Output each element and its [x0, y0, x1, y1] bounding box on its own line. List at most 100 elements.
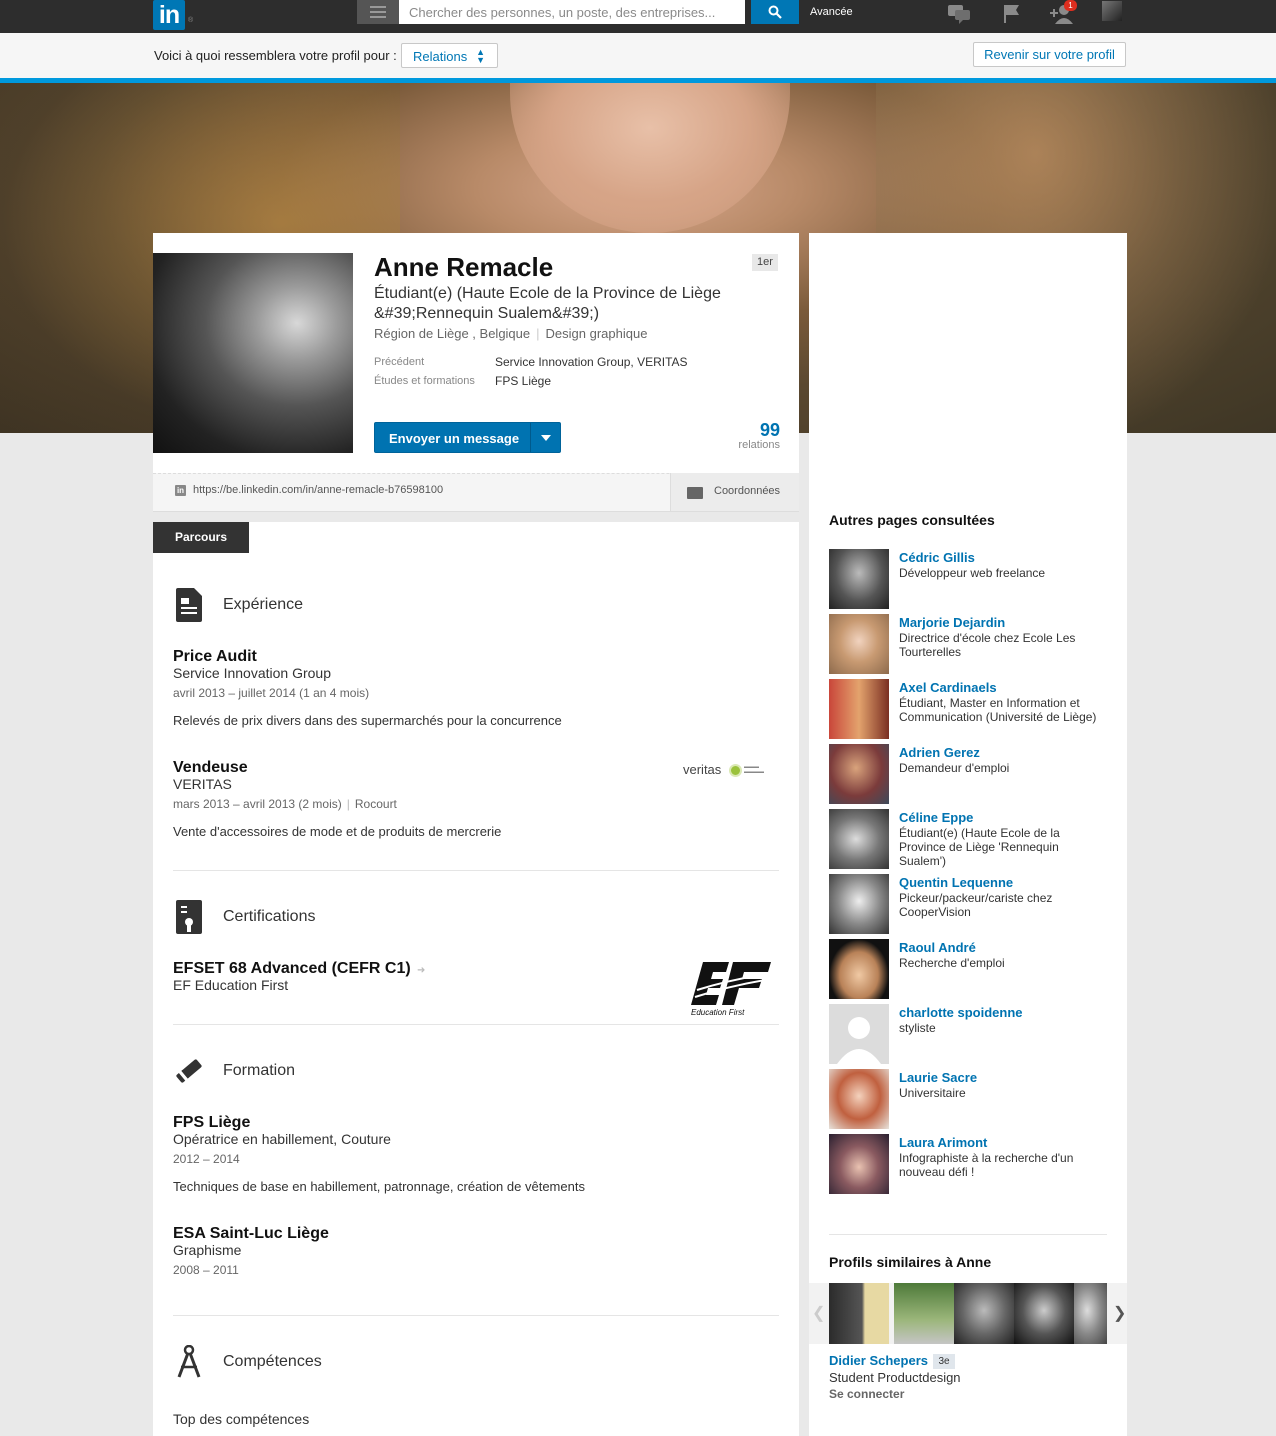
person-avatar[interactable]	[829, 1069, 889, 1129]
person-headline: Pickeur/packeur/cariste chez CooperVisio…	[899, 891, 1053, 919]
certificate-icon	[176, 900, 202, 934]
person-avatar[interactable]	[829, 744, 889, 804]
public-profile-url[interactable]: https://be.linkedin.com/in/anne-remacle-…	[193, 484, 443, 496]
person-avatar[interactable]	[829, 874, 889, 934]
also-viewed-item[interactable]: Marjorie Dejardin Directrice d'école che…	[829, 614, 1119, 676]
chevron-down-icon	[540, 434, 551, 441]
person-avatar[interactable]	[829, 679, 889, 739]
ef-logo-mark: Education First	[691, 962, 771, 1017]
education-heading: Formation	[223, 1062, 296, 1079]
experience-date-range: mars 2013 – avril 2013 (2 mois)	[173, 797, 342, 811]
banner-face	[510, 83, 790, 233]
tab-parcours[interactable]: Parcours	[153, 522, 249, 553]
also-viewed-item[interactable]: Laura Arimont Infographiste à la recherc…	[829, 1134, 1119, 1196]
ef-education-first-logo[interactable]: Education First	[689, 960, 773, 1018]
also-viewed-item[interactable]: Axel Cardinaels Étudiant, Master en Info…	[829, 679, 1119, 741]
also-viewed-item[interactable]: Laurie Sacre Universitaire	[829, 1069, 1119, 1131]
experience-section-icon	[175, 588, 203, 622]
experience-dates: avril 2013 – juillet 2014 (1 an 4 mois)	[173, 686, 370, 700]
education-label: Études et formations	[374, 375, 475, 387]
send-message-button[interactable]: Envoyer un message	[374, 422, 561, 453]
person-avatar[interactable]	[829, 1004, 889, 1064]
experience-title[interactable]: Vendeuse	[173, 759, 248, 777]
also-viewed-item[interactable]: charlotte spoidenne styliste	[829, 1004, 1119, 1066]
similar-profile-avatar[interactable]	[954, 1283, 1014, 1344]
chevron-right-icon[interactable]: ❯	[1113, 1303, 1126, 1323]
similar-profile-avatar[interactable]	[1074, 1283, 1107, 1344]
person-name[interactable]: Laurie Sacre	[899, 1070, 977, 1085]
also-viewed-item[interactable]: Quentin Lequenne Pickeur/packeur/cariste…	[829, 874, 1119, 936]
experience-heading: Expérience	[223, 596, 304, 613]
preview-label: Voici à quoi ressemblera votre profil po…	[154, 48, 397, 63]
messages-icon	[948, 5, 970, 24]
school-name[interactable]: FPS Liège	[173, 1114, 250, 1132]
send-message-label: Envoyer un message	[389, 431, 520, 446]
search-icon	[768, 5, 782, 19]
experience-company[interactable]: Service Innovation Group	[173, 665, 331, 681]
also-viewed-item[interactable]: Cédric Gillis Développeur web freelance	[829, 549, 1119, 611]
profile-industry[interactable]: Design graphique	[546, 326, 648, 341]
search-button[interactable]	[751, 0, 799, 24]
previous-value[interactable]: Service Innovation Group, VERITAS	[495, 355, 688, 369]
experience-title[interactable]: Price Audit	[173, 648, 257, 666]
profile-location-industry: Région de Liège , Belgique | Design graphi…	[374, 326, 647, 341]
similar-profile-avatar[interactable]	[1014, 1283, 1074, 1344]
person-headline: Étudiant(e) (Haute Ecole de la Province …	[899, 826, 1060, 868]
person-avatar[interactable]	[829, 1134, 889, 1194]
person-name[interactable]: Raoul André	[899, 940, 976, 955]
education-description: Techniques de base en habillement, patro…	[173, 1179, 585, 1194]
sidebar-divider	[829, 1234, 1107, 1235]
similar-profile-headline: Student Productdesign	[829, 1370, 961, 1385]
connections-count[interactable]: 99	[730, 420, 780, 441]
school-name[interactable]: ESA Saint-Luc Liège	[173, 1225, 329, 1243]
also-viewed-item[interactable]: Raoul André Recherche d'emploi	[829, 939, 1119, 1001]
contact-info-button[interactable]: Coordonnées	[670, 473, 799, 511]
skills-section-icon	[175, 1345, 203, 1379]
back-to-profile-button[interactable]: Revenir sur votre profil	[973, 42, 1126, 67]
profile-location[interactable]: Région de Liège , Belgique	[374, 326, 530, 341]
similar-profile-name[interactable]: Didier Schepers	[829, 1353, 928, 1368]
profile-photo[interactable]	[153, 253, 353, 453]
person-headline: Infographiste à la recherche d'un nouvea…	[899, 1151, 1074, 1179]
education-value[interactable]: FPS Liège	[495, 374, 551, 388]
person-name[interactable]: Adrien Gerez	[899, 745, 980, 760]
similar-profile-avatar[interactable]	[894, 1283, 954, 1344]
separator: |	[346, 797, 350, 811]
certification-issuer[interactable]: EF Education First	[173, 977, 288, 993]
connect-link[interactable]: Se connecter	[829, 1387, 904, 1401]
search-input[interactable]	[399, 0, 745, 24]
search-category-menu[interactable]	[357, 0, 399, 24]
person-name[interactable]: Quentin Lequenne	[899, 875, 1013, 890]
also-viewed-item[interactable]: Céline Eppe Étudiant(e) (Haute Ecole de …	[829, 809, 1119, 871]
certifications-section-icon	[175, 900, 203, 934]
advanced-search-link[interactable]: Avancée	[810, 6, 853, 18]
audience-select[interactable]: Relations ▲ ▼	[401, 43, 498, 68]
person-name[interactable]: Marjorie Dejardin	[899, 615, 1005, 630]
person-avatar[interactable]	[829, 614, 889, 674]
previous-label: Précédent	[374, 356, 425, 368]
arrow-right-icon[interactable]: ➜	[417, 965, 425, 976]
person-avatar[interactable]	[829, 809, 889, 869]
folder-icon	[687, 487, 703, 499]
veritas-logo-text[interactable]: veritas	[683, 762, 721, 777]
account-avatar[interactable]	[1102, 1, 1122, 21]
also-viewed-item[interactable]: Adrien Gerez Demandeur d'emploi	[829, 744, 1119, 806]
experience-company[interactable]: VERITAS	[173, 776, 232, 792]
person-name[interactable]: Axel Cardinaels	[899, 680, 997, 695]
chevron-left-icon[interactable]: ❮	[812, 1303, 825, 1323]
similar-profile-avatar[interactable]	[829, 1283, 889, 1344]
messages-button[interactable]	[947, 2, 971, 26]
person-name[interactable]: Céline Eppe	[899, 810, 973, 825]
connections-label: relations	[738, 439, 780, 451]
person-avatar[interactable]	[829, 549, 889, 609]
message-options-dropdown[interactable]	[530, 423, 560, 452]
person-name[interactable]: charlotte spoidenne	[899, 1005, 1023, 1020]
person-name[interactable]: Laura Arimont	[899, 1135, 987, 1150]
person-avatar[interactable]	[829, 939, 889, 999]
linkedin-logo[interactable]: in	[153, 0, 185, 30]
audience-select-value: Relations	[413, 49, 468, 64]
notifications-button[interactable]	[999, 2, 1023, 26]
section-divider	[173, 1315, 779, 1316]
certification-title[interactable]: EFSET 68 Advanced (CEFR C1)	[173, 960, 411, 978]
person-name[interactable]: Cédric Gillis	[899, 550, 975, 565]
